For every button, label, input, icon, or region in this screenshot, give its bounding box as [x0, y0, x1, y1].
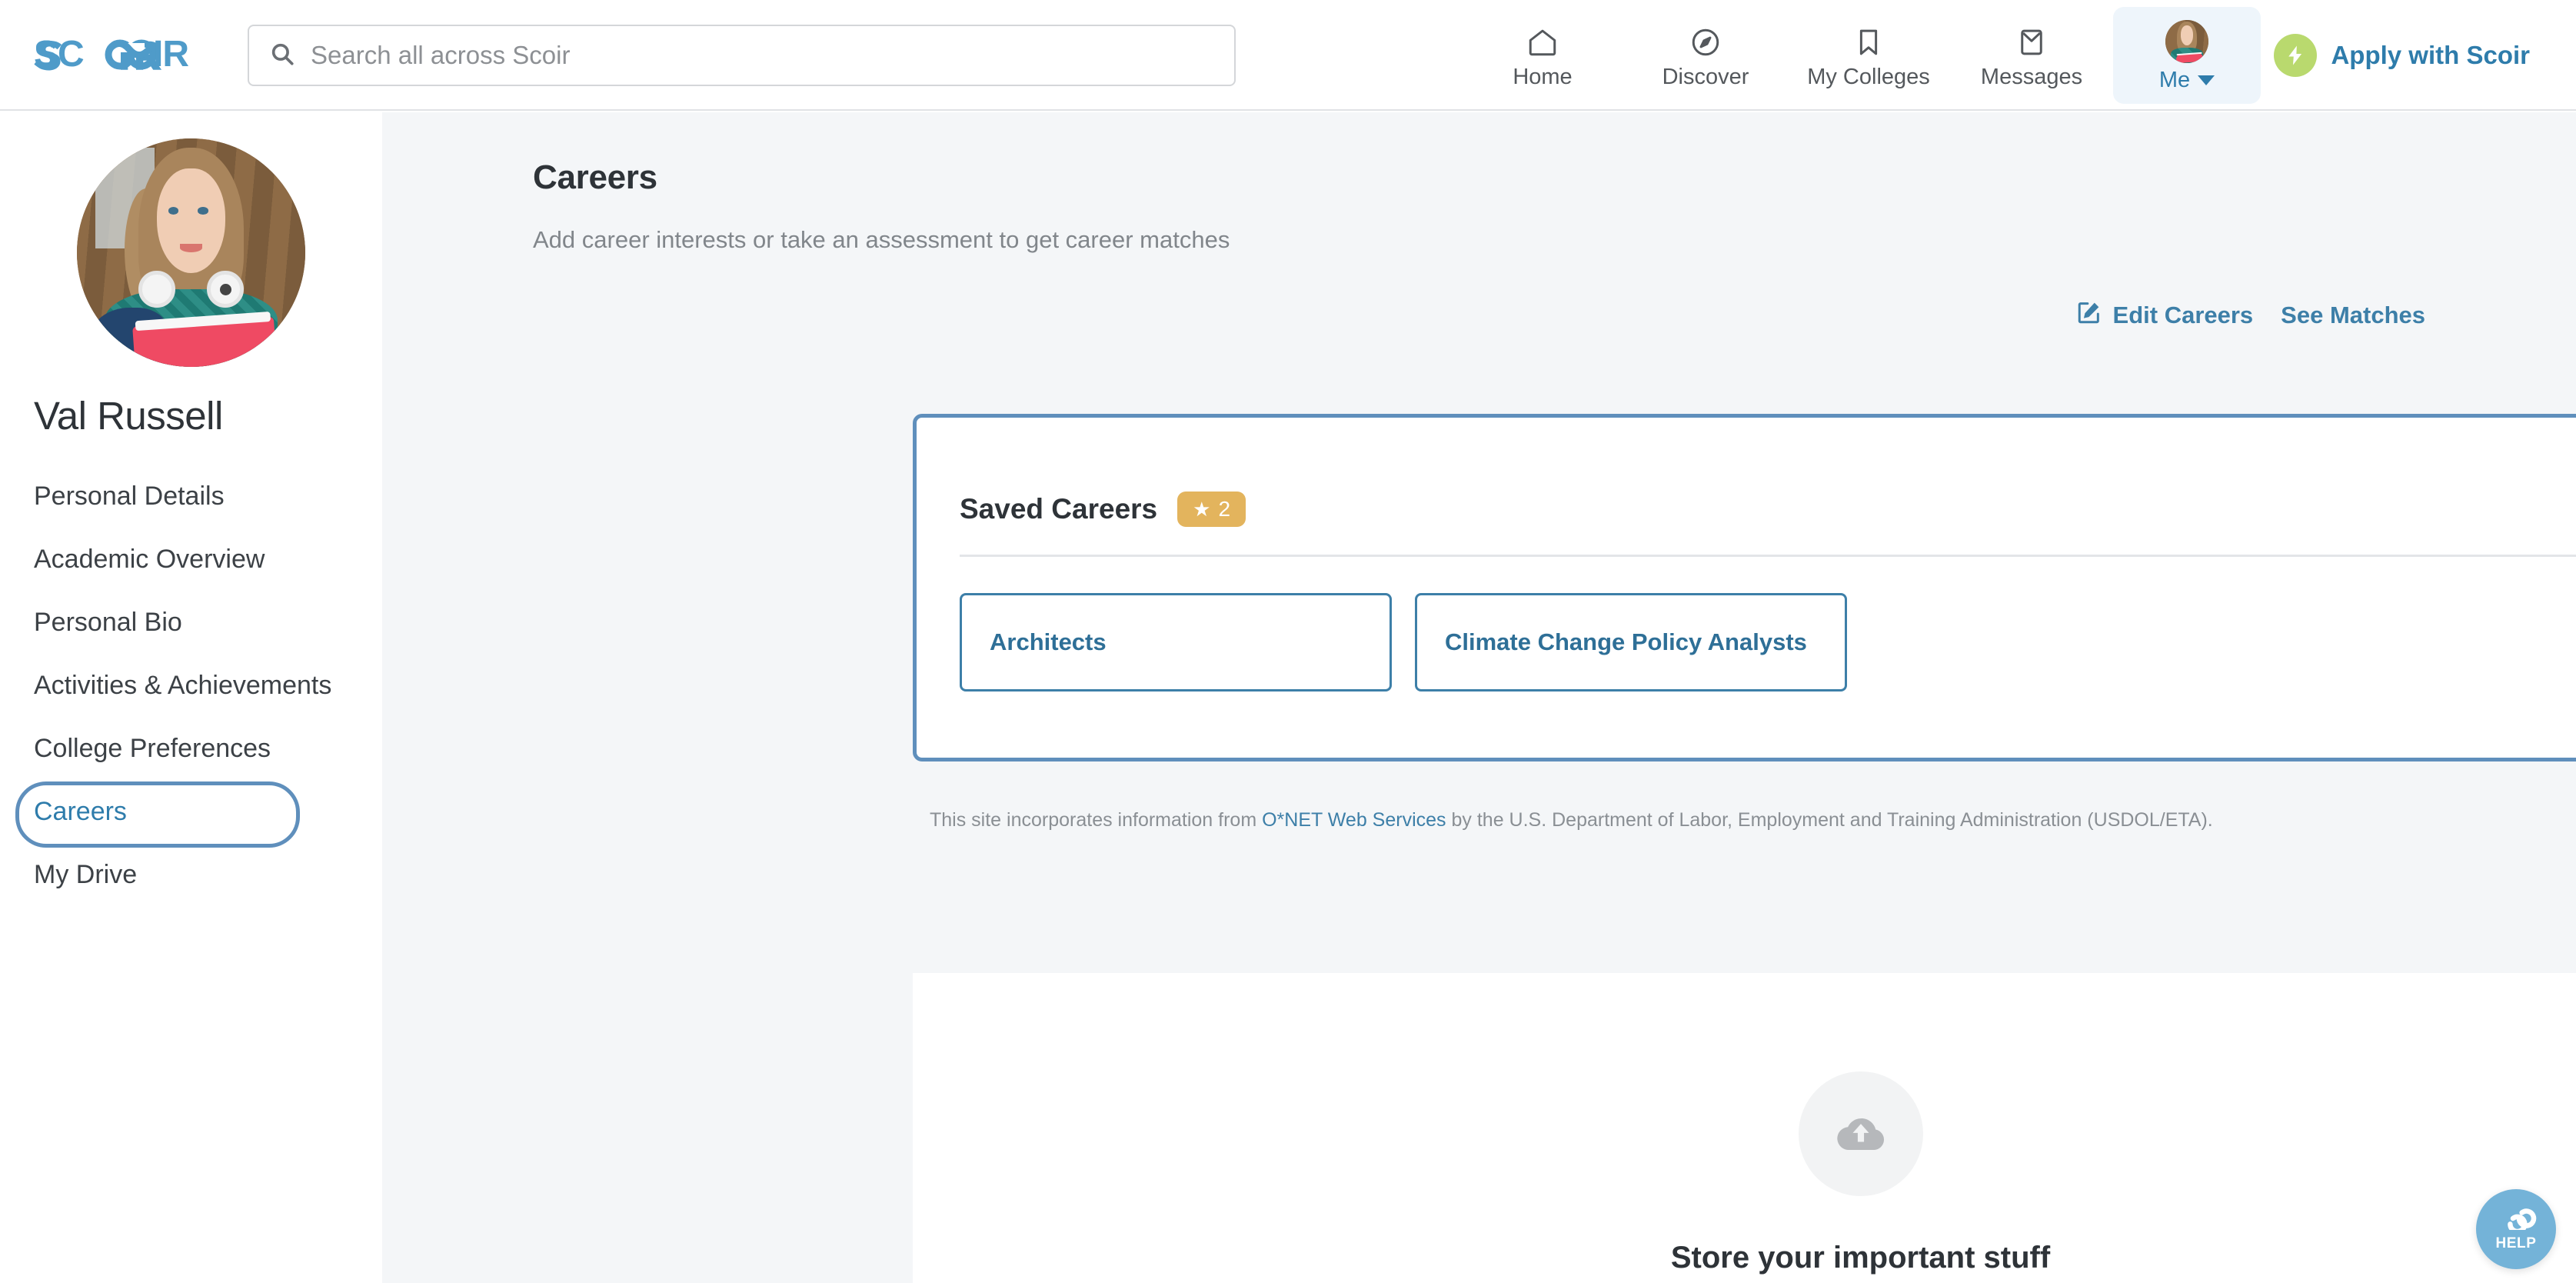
sidebar-label-personal-details: Personal Details — [34, 481, 225, 511]
star-icon: ★ — [1193, 498, 1211, 521]
envelope-icon — [2015, 23, 2048, 58]
saved-careers-panel: Saved Careers ★ 2 Architects Climate Cha… — [913, 414, 2576, 761]
avatar — [2165, 19, 2208, 63]
sidebar-label-activities-achievements: Activities & Achievements — [34, 670, 332, 700]
compass-icon — [1689, 23, 1722, 58]
profile-nav: Personal Details Academic Overview Perso… — [0, 465, 382, 906]
sidebar-item-my-drive[interactable]: My Drive — [0, 843, 382, 906]
page-title: Careers — [533, 158, 657, 196]
edit-careers-button[interactable]: Edit Careers — [2076, 299, 2254, 332]
help-label: HELP — [2495, 1235, 2537, 1251]
career-card-climate-change-policy-analysts[interactable]: Climate Change Policy Analysts — [1415, 593, 1847, 691]
profile-avatar — [77, 138, 305, 367]
sidebar-item-academic-overview[interactable]: Academic Overview — [0, 528, 382, 591]
nav-label-home: Home — [1513, 64, 1573, 89]
career-card-architects[interactable]: Architects — [960, 593, 1392, 691]
sidebar-item-college-preferences[interactable]: College Preferences — [0, 717, 382, 780]
edit-pencil-icon — [2076, 299, 2102, 332]
home-icon — [1526, 23, 1559, 58]
career-card-label: Climate Change Policy Analysts — [1445, 628, 1807, 655]
my-drive-card: Store your important stuff — [913, 973, 2576, 1283]
nav-item-discover[interactable]: Discover — [1624, 12, 1787, 98]
top-navigation-bar: SC IR Home — [0, 0, 2576, 111]
nav-label-messages: Messages — [1980, 64, 2083, 89]
edit-careers-label: Edit Careers — [2112, 302, 2254, 328]
help-button[interactable]: HELP — [2476, 1189, 2556, 1269]
apply-with-scoir-button[interactable]: Apply with Scoir — [2274, 26, 2530, 85]
apply-with-scoir-label: Apply with Scoir — [2331, 41, 2530, 69]
attribution-text-post: by the U.S. Department of Labor, Employm… — [1446, 809, 2213, 831]
nav-label-me: Me — [2158, 67, 2191, 92]
cloud-upload-icon[interactable] — [1798, 1071, 1923, 1196]
sidebar-item-personal-details[interactable]: Personal Details — [0, 465, 382, 528]
global-search-box[interactable] — [248, 25, 1236, 86]
nav-item-messages[interactable]: Messages — [1950, 12, 2113, 98]
search-input[interactable] — [311, 26, 1214, 85]
see-matches-button[interactable]: See Matches — [2281, 302, 2425, 329]
my-drive-empty-title: Store your important stuff — [1670, 1241, 2051, 1275]
saved-careers-count-badge: ★ 2 — [1177, 492, 1246, 527]
career-card-label: Architects — [990, 628, 1107, 655]
sidebar-label-college-preferences: College Preferences — [34, 733, 271, 763]
sidebar-label-personal-bio: Personal Bio — [34, 607, 182, 637]
svg-text:SC: SC — [34, 34, 84, 75]
saved-careers-title: Saved Careers — [960, 493, 1158, 525]
profile-name: Val Russell — [34, 394, 223, 438]
scoir-logo[interactable]: SC IR — [34, 31, 211, 78]
search-icon — [269, 41, 295, 71]
page-subtitle: Add career interests or take an assessme… — [533, 226, 1230, 253]
onet-attribution: This site incorporates information from … — [930, 809, 2213, 831]
chevron-down-icon — [2198, 75, 2215, 85]
careers-header-actions: Edit Careers See Matches — [2076, 299, 2425, 332]
sidebar-item-personal-bio[interactable]: Personal Bio — [0, 591, 382, 654]
nav-item-home[interactable]: Home — [1461, 12, 1624, 98]
onet-web-services-link[interactable]: O*NET Web Services — [1262, 809, 1446, 831]
saved-careers-count: 2 — [1218, 497, 1231, 521]
bookmark-icon — [1852, 23, 1885, 58]
scoir-infinity-icon — [2494, 1207, 2538, 1234]
panel-divider — [960, 555, 2576, 557]
attribution-text-pre: This site incorporates information from — [930, 809, 1263, 831]
lightning-bolt-icon — [2274, 34, 2318, 77]
saved-careers-list: Architects Climate Change Policy Analyst… — [960, 593, 1847, 691]
nav-item-me[interactable]: Me — [2113, 7, 2261, 104]
sidebar-item-careers[interactable]: Careers — [0, 780, 382, 848]
my-drive-empty-state: Store your important stuff — [913, 973, 2576, 1283]
svg-text:IR: IR — [153, 34, 188, 75]
see-matches-label: See Matches — [2281, 302, 2425, 328]
nav-label-my-colleges: My Colleges — [1807, 64, 1930, 89]
main-content: Careers Add career interests or take an … — [382, 112, 2576, 1283]
profile-sidebar: Val Russell Personal Details Academic Ov… — [0, 112, 382, 1283]
sidebar-label-academic-overview: Academic Overview — [34, 544, 265, 574]
nav-item-my-colleges[interactable]: My Colleges — [1787, 12, 1950, 98]
sidebar-item-activities-achievements[interactable]: Activities & Achievements — [0, 654, 382, 717]
nav-label-discover: Discover — [1662, 64, 1749, 89]
top-nav-items: Home Discover My Colleges Messages Me — [1461, 0, 2261, 111]
sidebar-label-my-drive: My Drive — [34, 859, 138, 889]
sidebar-label-careers: Careers — [34, 796, 127, 826]
saved-careers-header: Saved Careers ★ 2 — [960, 492, 1246, 527]
